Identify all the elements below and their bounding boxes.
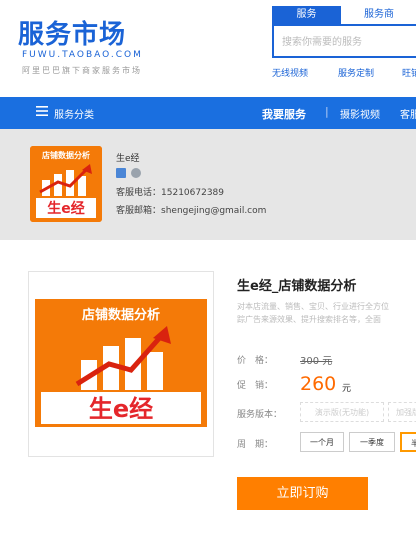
shop-name[interactable]: 生e经: [116, 151, 140, 164]
hot-link-shop[interactable]: 旺铺: [402, 66, 416, 79]
shop-phone: 客服电话：15210672389: [116, 185, 224, 198]
site-tagline: 阿里巴巴旗下商家服务市场: [22, 66, 142, 75]
product-image-text-bottom: 生e经: [89, 395, 153, 423]
shop-email: 客服邮箱：shengejing@gmail.com: [116, 203, 266, 216]
version-option-plus[interactable]: 加强版: [388, 402, 416, 422]
shop-email-value: shengejing@gmail.com: [161, 206, 267, 216]
period-option-quarter[interactable]: 一季度: [349, 432, 395, 452]
nav-service-category[interactable]: 服务分类: [54, 106, 94, 121]
period-label: 周 期：: [237, 440, 274, 450]
product-description-line2: 踪广告来源效果、提升搜索排名等，全面: [237, 315, 381, 324]
nav-photo-video[interactable]: 摄影视频: [340, 106, 380, 121]
shop-phone-value: 15210672389: [161, 188, 225, 198]
original-price: 300 元: [300, 356, 333, 367]
shop-email-label: 客服邮箱：: [116, 206, 162, 216]
product-title: 生e经_店铺数据分析: [237, 279, 357, 294]
wangwang-icon[interactable]: [131, 168, 141, 178]
hot-link-video[interactable]: 无线视频: [272, 66, 308, 79]
site-logo-domain: FUWU.TAOBAO.COM: [22, 50, 143, 60]
search-tab-service[interactable]: 服务: [272, 6, 341, 24]
product-image-text-top: 店铺数据分析: [82, 307, 160, 323]
period-option-month[interactable]: 一个月: [300, 432, 344, 452]
menu-icon: [36, 106, 48, 116]
promo-label: 促 销：: [237, 381, 274, 391]
product-image: 店铺数据分析 生e经: [28, 271, 214, 457]
order-now-button[interactable]: 立即订购: [237, 477, 368, 510]
contact-card-icon[interactable]: [116, 168, 126, 178]
shop-logo-text-top: 店铺数据分析: [42, 150, 90, 160]
nav-customer-service[interactable]: 客服: [400, 106, 416, 121]
hot-link-custom[interactable]: 服务定制: [338, 66, 374, 79]
shop-logo[interactable]: 店铺数据分析 生e经: [30, 146, 102, 222]
price-label: 价 格：: [237, 356, 274, 366]
period-option-half-year[interactable]: 半: [400, 432, 416, 452]
product-description-line1: 对本店流量、销售、宝贝、行业进行全方位: [237, 302, 389, 311]
nav-my-service[interactable]: 我要服务: [262, 106, 306, 122]
version-label: 服务版本：: [237, 410, 283, 420]
shop-phone-label: 客服电话：: [116, 188, 162, 198]
product-description: 对本店流量、销售、宝贝、行业进行全方位 踪广告来源效果、提升搜索排名等，全面: [237, 300, 416, 328]
promo-price-unit: 元: [342, 384, 352, 394]
shop-logo-text-bottom: 生e经: [47, 200, 85, 217]
search-box: [272, 24, 416, 58]
search-input[interactable]: [282, 33, 416, 51]
nav-separator: |: [325, 105, 329, 118]
search-tab-provider[interactable]: 服务商: [342, 6, 416, 24]
site-logo[interactable]: 服务市场: [18, 14, 126, 51]
promo-price: 260: [300, 373, 337, 395]
version-option-demo[interactable]: 演示版(无功能): [300, 402, 384, 422]
